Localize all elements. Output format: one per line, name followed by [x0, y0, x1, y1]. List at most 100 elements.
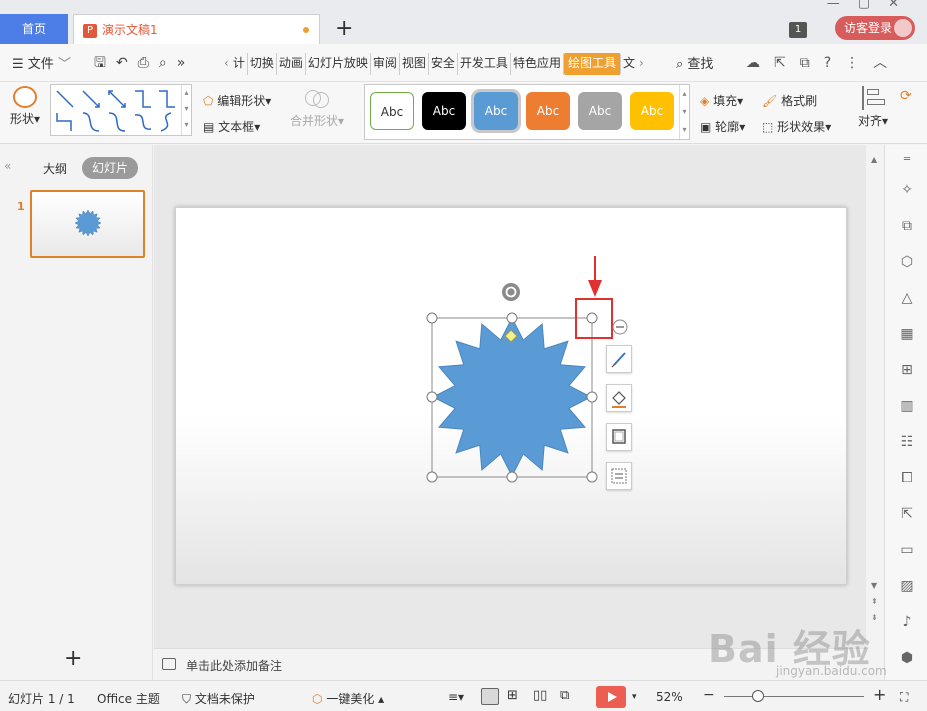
textbox-button[interactable]: ▤ 文本框▾: [203, 114, 271, 140]
format-painter-button[interactable]: 🖌 格式刷: [762, 88, 831, 114]
play-slideshow-button[interactable]: [596, 686, 626, 708]
tab-animation[interactable]: 动画: [277, 53, 306, 75]
fit-window-icon[interactable]: ⛶: [900, 690, 908, 705]
align-button[interactable]: 对齐▾: [858, 86, 888, 129]
undo-icon[interactable]: ↶: [116, 55, 138, 71]
tab-features[interactable]: 特色应用: [511, 53, 564, 75]
magic-icon[interactable]: ✧: [898, 181, 916, 199]
new-tab-button[interactable]: +: [335, 16, 353, 42]
preview-icon[interactable]: ⌕: [159, 55, 177, 71]
prev-slide-icon[interactable]: ⇞: [871, 597, 878, 606]
normal-view-button[interactable]: [481, 688, 499, 705]
zoom-in-icon[interactable]: +: [873, 685, 886, 704]
shape-button[interactable]: 形状▾: [10, 86, 40, 127]
collapse-panel-icon[interactable]: «: [4, 159, 11, 173]
style-black[interactable]: Abc: [422, 92, 466, 130]
more-vertical-icon[interactable]: ⋮: [845, 55, 873, 71]
guest-login-button[interactable]: 访客登录: [835, 16, 915, 40]
theme-name[interactable]: Office 主题: [97, 690, 160, 707]
tab-text-tools[interactable]: 文: [621, 53, 637, 75]
image-gallery-icon[interactable]: ⧠: [898, 469, 916, 487]
quick-fill-button[interactable]: [606, 384, 632, 412]
maximize-icon[interactable]: ▢: [858, 0, 888, 11]
zoom-level[interactable]: 52%: [656, 690, 683, 704]
style-blue[interactable]: Abc: [471, 89, 521, 133]
table-icon[interactable]: ▦: [898, 325, 916, 343]
save-icon[interactable]: 🖫: [94, 55, 116, 71]
shield-icon[interactable]: ⬢: [898, 649, 916, 667]
share-out-icon[interactable]: ⇱: [898, 505, 916, 523]
tab-outline[interactable]: 大纲: [43, 160, 67, 177]
reading-view-button[interactable]: ▯▯: [533, 688, 551, 705]
drag-handle-icon[interactable]: ═: [898, 151, 916, 169]
sliders-icon[interactable]: ☷: [898, 433, 916, 451]
shapes-icon[interactable]: ⬡: [898, 253, 916, 271]
find-button[interactable]: ⌕ 查找: [676, 53, 713, 72]
slide-thumbnail[interactable]: [30, 190, 145, 258]
line-shape-gallery[interactable]: ▴ ▾ ▾: [50, 84, 192, 136]
edit-shape-button[interactable]: ⬠ 编辑形状▾: [203, 88, 271, 114]
tab-home[interactable]: 首页: [0, 14, 68, 44]
share-icon[interactable]: ⇱: [774, 55, 800, 71]
archive-icon[interactable]: ▭: [898, 541, 916, 559]
next-slide-icon[interactable]: ⇟: [871, 613, 878, 622]
style-gallery-scroll[interactable]: ▴ ▾ ▾: [679, 85, 689, 139]
more-icon[interactable]: »: [177, 55, 196, 71]
shape-effect-button[interactable]: ⬚ 形状效果▾: [762, 114, 831, 140]
copy-icon[interactable]: ⧉: [898, 217, 916, 235]
quick-style-button[interactable]: [606, 345, 632, 373]
scroll-down-icon[interactable]: ▼: [871, 581, 877, 590]
style-gold[interactable]: Abc: [630, 92, 674, 130]
presenter-view-button[interactable]: ⧉: [560, 688, 578, 705]
zoom-slider-knob[interactable]: [752, 690, 764, 702]
cloud-icon[interactable]: ☁: [746, 55, 774, 71]
sorter-view-button[interactable]: ⊞: [507, 688, 525, 705]
print-icon[interactable]: ⎙: [138, 55, 159, 71]
fill-button[interactable]: ◈ 填充▾: [700, 88, 745, 114]
tab-slides[interactable]: 幻灯片: [82, 157, 138, 179]
slide[interactable]: [175, 207, 847, 585]
add-slide-button[interactable]: +: [64, 646, 82, 671]
style-white[interactable]: Abc: [370, 92, 414, 130]
quick-outline-button[interactable]: [606, 423, 632, 451]
chart-icon[interactable]: ▥: [898, 397, 916, 415]
tab-review[interactable]: 审阅: [371, 53, 400, 75]
tab-design[interactable]: 计: [231, 53, 248, 75]
tab-developer[interactable]: 开发工具: [458, 53, 511, 75]
window-count-badge[interactable]: 1: [789, 22, 807, 38]
file-menu[interactable]: ☰ 文件 ﹀: [12, 53, 71, 72]
scroll-up-icon[interactable]: ▲: [871, 155, 877, 164]
style-gray[interactable]: Abc: [578, 92, 622, 130]
layers-icon[interactable]: △: [898, 289, 916, 307]
tab-view[interactable]: 视图: [400, 53, 429, 75]
notes-toggle-icon[interactable]: ≡▾: [448, 690, 464, 704]
outline-button[interactable]: ▣ 轮廓▾: [700, 114, 745, 140]
close-icon[interactable]: ✕: [888, 0, 917, 11]
tab-transition[interactable]: 切换: [248, 53, 277, 75]
merge-shape-button[interactable]: 合并形状▾: [290, 88, 344, 129]
beautify-button[interactable]: ⬡ 一键美化 ▴: [312, 690, 384, 707]
grid-icon[interactable]: ⊞: [898, 361, 916, 379]
export-icon[interactable]: ⧉: [800, 55, 824, 71]
style-orange[interactable]: Abc: [526, 92, 570, 130]
zoom-out-icon[interactable]: −: [703, 687, 715, 703]
play-dropdown-icon[interactable]: ▾: [632, 692, 637, 702]
help-icon[interactable]: ?: [824, 55, 845, 71]
quick-layout-button[interactable]: [606, 462, 632, 490]
ribbon-tabs-scroll-right-icon[interactable]: ›: [637, 53, 646, 75]
gallery-scroll[interactable]: ▴ ▾ ▾: [181, 85, 191, 135]
audio-icon[interactable]: ♪: [898, 613, 916, 631]
rotate-icon[interactable]: ⟳: [900, 88, 912, 104]
tab-security[interactable]: 安全: [429, 53, 458, 75]
tab-drawing-tools[interactable]: 绘图工具: [563, 53, 621, 75]
zoom-slider[interactable]: [724, 696, 864, 697]
protect-status[interactable]: ⛉ 文档未保护: [182, 690, 255, 707]
picture-icon[interactable]: ▨: [898, 577, 916, 595]
vertical-scrollbar[interactable]: ▲ ▼ ⇞ ⇟: [866, 145, 884, 680]
align-label: 对齐: [858, 114, 883, 128]
tab-slideshow[interactable]: 幻灯片放映: [306, 53, 371, 75]
ribbon-tabs-scroll-left-icon[interactable]: ‹: [222, 53, 231, 75]
tab-document[interactable]: P 演示文稿1: [73, 14, 320, 44]
minimize-icon[interactable]: —: [827, 0, 858, 11]
collapse-ribbon-icon[interactable]: ︿: [873, 55, 901, 71]
